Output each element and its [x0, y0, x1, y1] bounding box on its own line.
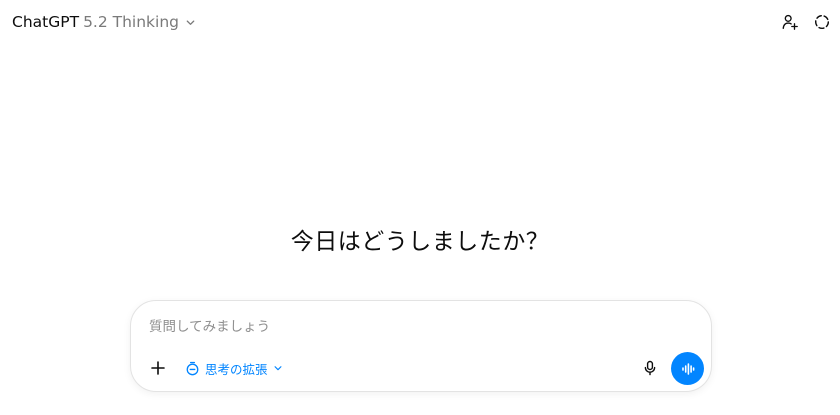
model-version: 5.2 Thinking: [83, 13, 180, 31]
add-attachment-button[interactable]: [145, 355, 171, 381]
chat-page: ChatGPT 5.2 Thinking 今日はどうしましたか？ 質問してみまし…: [0, 0, 840, 415]
prompt-input[interactable]: [149, 315, 689, 339]
thinking-mode-label: 思考の拡張: [205, 361, 268, 377]
dictate-button[interactable]: [637, 355, 663, 381]
prompt-composer: 思考の拡張: [130, 300, 712, 392]
header-actions: [776, 8, 836, 36]
chevron-down-icon: [185, 17, 196, 28]
top-bar: ChatGPT 5.2 Thinking: [0, 0, 840, 44]
chevron-down-icon: [273, 363, 283, 373]
greeting-heading: 今日はどうしましたか？: [290, 229, 550, 255]
temporary-chat-icon: [813, 13, 831, 31]
add-person-icon: [781, 13, 799, 31]
voice-waveform-icon: [680, 361, 696, 377]
add-person-button[interactable]: [776, 8, 804, 36]
model-switcher[interactable]: ChatGPT 5.2 Thinking: [6, 8, 202, 36]
voice-mode-button[interactable]: [671, 352, 704, 385]
model-name: ChatGPT: [12, 13, 80, 31]
plus-icon: [150, 360, 166, 376]
microphone-icon: [642, 360, 658, 376]
timer-icon: [185, 361, 200, 376]
thinking-mode-button[interactable]: 思考の拡張: [179, 355, 289, 381]
temporary-chat-button[interactable]: [808, 8, 836, 36]
